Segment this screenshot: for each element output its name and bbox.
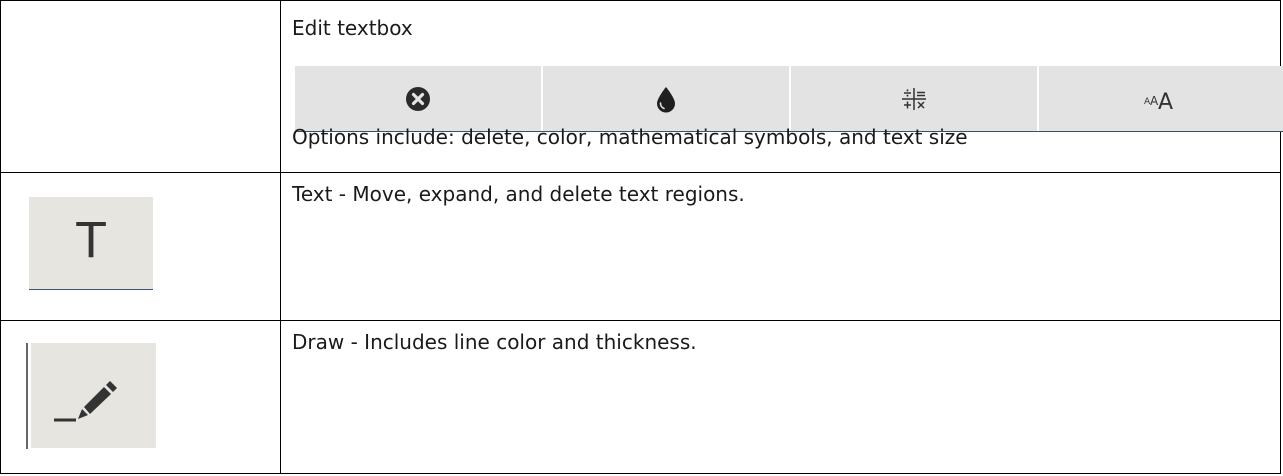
row-text-tool: T Text - Move, expand, and delete text r… (0, 172, 1281, 321)
math-symbols-button[interactable] (791, 66, 1039, 131)
draw-tool-button[interactable] (31, 343, 156, 448)
draw-tool-edge (26, 343, 28, 449)
color-button[interactable] (543, 66, 791, 131)
delete-button[interactable] (295, 66, 543, 131)
row-edit-textbox: Edit textbox A A A Options include: dele… (0, 0, 1283, 173)
edit-textbox-toolbar: A A A (295, 66, 1283, 132)
icon-cell-empty (0, 0, 281, 173)
icon-cell-draw (0, 320, 281, 474)
description-cell-draw: Draw - Includes line color and thickness… (280, 320, 1281, 474)
text-tool-icon: T (76, 213, 106, 269)
draw-pencil-icon (54, 381, 117, 422)
text-tool-description: Text - Move, expand, and delete text reg… (292, 182, 745, 206)
description-cell-edit-textbox: Edit textbox A A A Options include: dele… (280, 0, 1283, 173)
edit-textbox-options: Options include: delete, color, mathemat… (292, 125, 968, 149)
help-table: Edit textbox A A A Options include: dele… (0, 0, 1283, 474)
delete-circle-x-icon (406, 86, 430, 111)
description-cell-text: Text - Move, expand, and delete text reg… (280, 172, 1281, 321)
text-size-button[interactable]: A A A (1039, 66, 1283, 131)
icon-cell-text: T (0, 172, 281, 321)
color-drop-icon (657, 86, 675, 112)
draw-tool-description: Draw - Includes line color and thickness… (292, 330, 697, 354)
math-symbols-icon (902, 87, 926, 110)
text-tool-button[interactable]: T (29, 197, 153, 290)
row-draw-tool: Draw - Includes line color and thickness… (0, 320, 1281, 474)
edit-textbox-title: Edit textbox (292, 16, 413, 40)
text-size-icon: A A A (1144, 90, 1173, 111)
svg-text:A: A (1158, 90, 1173, 111)
